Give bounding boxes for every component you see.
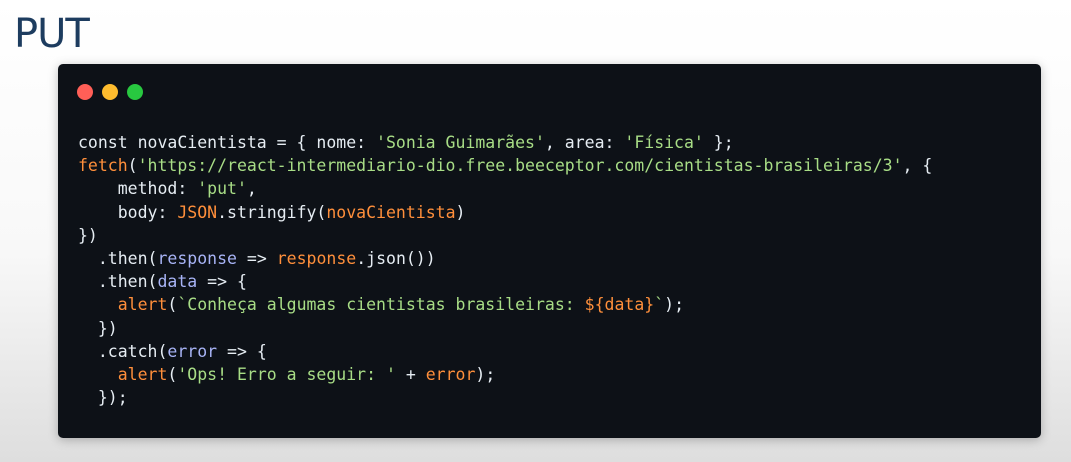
window-controls (77, 84, 143, 100)
code-line: .then(data => { (78, 270, 932, 293)
code-token: } (644, 295, 655, 315)
code-token: }); (78, 388, 128, 408)
code-window: const novaCientista = { nome: 'Sonia Gui… (58, 64, 1041, 438)
code-token: ( (167, 295, 178, 315)
code-token: error (167, 341, 218, 361)
code-line: fetch('https://react-intermediario-dio.f… (78, 154, 932, 177)
code-token: 'put' (197, 179, 247, 199)
code-token: .catch( (78, 341, 168, 361)
code-token: 'Física' (624, 133, 704, 152)
code-token: method: (78, 179, 198, 199)
code-token: novaCientista (326, 202, 456, 222)
code-token: JSON (177, 202, 218, 222)
code-token: response (276, 248, 357, 268)
code-token: ); (664, 295, 685, 315)
code-token: ( (127, 156, 138, 176)
code-token: , (246, 179, 257, 199)
code-token: => { (217, 341, 267, 361)
code-token: => (236, 248, 277, 268)
code-line: const novaCientista = { nome: 'Sonia Gui… (78, 131, 932, 154)
slide-title: PUT (14, 11, 90, 57)
code-token: 'Ops! Erro a seguir: ' (177, 364, 396, 384)
code-token: 'https://react-intermediario-dio.free.be… (137, 156, 903, 176)
code-token: response (157, 248, 237, 268)
code-token: + (395, 364, 426, 384)
code-token: ( (167, 364, 178, 384)
maximize-dot (127, 84, 143, 100)
code-token: , { (902, 156, 933, 176)
code-token: .json()) (356, 248, 436, 268)
code-token: }) (78, 225, 98, 245)
code-line: }) (78, 317, 932, 340)
code-block: const novaCientista = { nome: 'Sonia Gui… (78, 131, 932, 409)
code-token: alert (117, 364, 168, 384)
code-token: , area: (544, 133, 625, 152)
code-token: 'Sonia Guimarães' (376, 133, 545, 152)
code-token: fetch (78, 156, 128, 176)
code-token: ` (654, 295, 665, 315)
close-dot (77, 84, 93, 100)
code-token: ); (475, 364, 496, 384)
code-line: }); (78, 386, 932, 409)
code-line: method: 'put', (78, 177, 932, 200)
code-line: body: JSON.stringify(novaCientista) (78, 201, 932, 224)
code-token: `Conheça algumas cientistas brasileiras: (177, 295, 585, 315)
code-token: .stringify( (217, 202, 327, 222)
slide: { "slide": { "title": "PUT" }, "window":… (0, 0, 1071, 462)
code-token: ) (455, 202, 466, 222)
code-token: alert (117, 295, 168, 315)
code-line: alert('Ops! Erro a seguir: ' + error); (78, 363, 932, 386)
code-token: data (604, 295, 645, 315)
code-token: body: (78, 202, 178, 222)
code-token: }; (703, 133, 734, 152)
code-line: }) (78, 224, 932, 247)
code-token: ${ (584, 295, 605, 315)
code-token: .then( (78, 248, 158, 268)
code-token: data (157, 272, 198, 292)
code-line: alert(`Conheça algumas cientistas brasil… (78, 293, 932, 316)
code-token: const novaCientista = { nome: (78, 133, 377, 152)
code-token: }) (78, 318, 118, 338)
minimize-dot (102, 84, 118, 100)
code-token: => { (197, 272, 247, 292)
code-token: .then( (78, 272, 158, 292)
code-line: .then(response => response.json()) (78, 247, 932, 270)
code-token: error (425, 364, 476, 384)
code-line: .catch(error => { (78, 340, 932, 363)
